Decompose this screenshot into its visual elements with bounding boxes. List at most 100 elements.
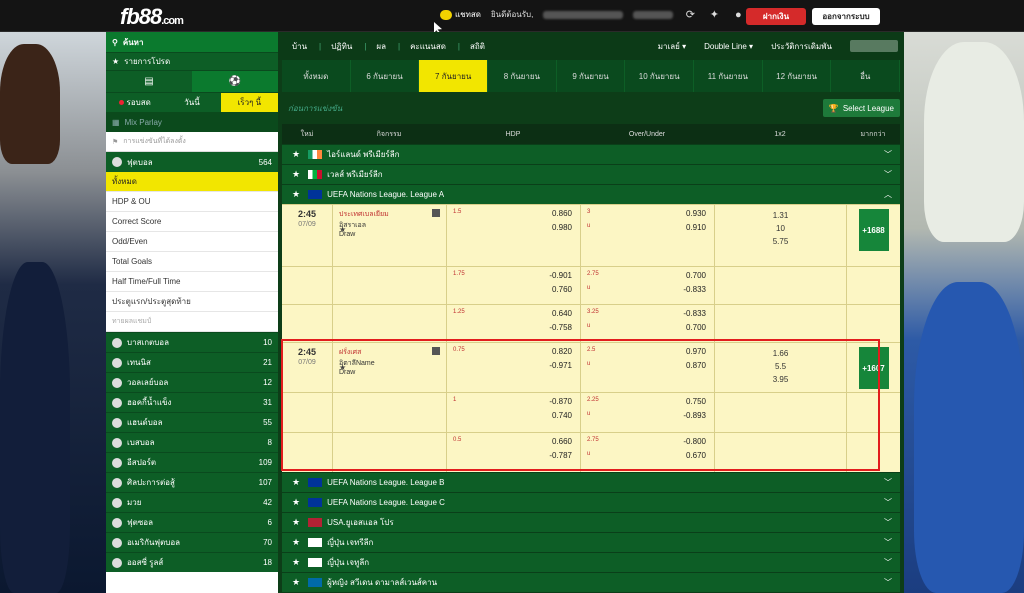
chevron-up-icon[interactable]: ︿: [884, 189, 892, 200]
1x2-cell[interactable]: [714, 433, 846, 472]
sidebar-search[interactable]: ⚲ ค้นหา: [106, 32, 278, 52]
more-bets-button[interactable]: +1607: [858, 347, 889, 389]
hdp-odds-home[interactable]: 0.820: [552, 347, 572, 356]
league-row[interactable]: ★ ไอร์แลนด์ พรีเมียร์ลีก ﹀: [282, 144, 900, 164]
sidebar-sport-item[interactable]: ฮอคกี้น้ำแข็ง 31: [106, 392, 278, 412]
1x2-cell[interactable]: 1.31 10 5.75: [714, 205, 846, 266]
date-tab[interactable]: 7 กันยายน: [419, 60, 489, 92]
hdp-cell[interactable]: 0.5 0.660 -0.787: [446, 433, 580, 472]
chevron-down-icon[interactable]: ﹀: [884, 537, 892, 548]
ou-odds-under[interactable]: 0.700: [686, 323, 706, 332]
league-row[interactable]: ★ เวลส์ พรีเมียร์ลีก ﹀: [282, 164, 900, 184]
sidebar-sub-item[interactable]: Correct Score: [106, 212, 278, 232]
star-icon[interactable]: ★: [292, 497, 300, 508]
logo[interactable]: fb88.com: [120, 4, 184, 30]
stats-icon[interactable]: [432, 209, 440, 217]
league-row[interactable]: ★ USA.ยูเอสแอล โปร ﹀: [282, 512, 900, 532]
sidebar-sub-item[interactable]: ประตูแรก/ประตูสุดท้าย: [106, 292, 278, 312]
league-row[interactable]: ★ ญี่ปุ่น เจทรีลีก ﹀: [282, 532, 900, 552]
date-tab[interactable]: อื่น: [831, 60, 901, 92]
ou-cell[interactable]: 3 u 0.930 0.910: [580, 205, 714, 266]
hdp-odds-away[interactable]: 0.760: [552, 285, 572, 294]
chevron-down-icon[interactable]: ﹀: [884, 497, 892, 508]
star-icon[interactable]: ★: [292, 189, 300, 200]
ou-odds-under[interactable]: 0.910: [686, 223, 706, 232]
user-icon[interactable]: ●: [731, 9, 745, 21]
sidebar-mix-parlay[interactable]: ▦ Mix Parlay: [106, 112, 278, 132]
star-icon[interactable]: ★: [292, 557, 300, 568]
1x2-odds[interactable]: 1.31: [715, 209, 846, 222]
star-icon[interactable]: ★: [339, 225, 346, 234]
league-row[interactable]: ★ UEFA Nations League. League A ︿: [282, 184, 900, 204]
date-tab[interactable]: 12 กันยายน: [763, 60, 832, 92]
nav-results[interactable]: ผล: [376, 40, 386, 53]
star-icon[interactable]: ★: [339, 363, 346, 372]
vip-icon[interactable]: ✦: [707, 9, 721, 21]
hdp-odds-home[interactable]: 0.860: [552, 209, 572, 218]
sidebar-sub-item[interactable]: Total Goals: [106, 252, 278, 272]
hdp-odds-away[interactable]: -0.758: [549, 323, 572, 332]
logout-button[interactable]: ออกจากระบบ: [812, 8, 880, 25]
date-tab[interactable]: ทั้งหมด: [282, 60, 351, 92]
hdp-cell[interactable]: 1.75 -0.901 0.760: [446, 267, 580, 304]
1x2-cell[interactable]: [714, 305, 846, 342]
sidebar-sport-item[interactable]: เบสบอล 8: [106, 432, 278, 452]
date-tab[interactable]: 8 กันยายน: [488, 60, 557, 92]
ball-view-icon[interactable]: ⚽: [192, 71, 278, 92]
sidebar-sub-item[interactable]: HDP & OU: [106, 192, 278, 212]
star-icon[interactable]: ★: [292, 149, 300, 160]
hdp-cell[interactable]: 0.75 0.820 -0.971: [446, 343, 580, 392]
tab-today[interactable]: วันนี้: [163, 93, 220, 112]
sidebar-competitions[interactable]: ⚑ การแข่งขันที่ได้ลงตั้ง: [106, 132, 278, 152]
hdp-cell[interactable]: 1.5 0.860 0.980: [446, 205, 580, 266]
chevron-down-icon[interactable]: ﹀: [884, 149, 892, 160]
ou-odds-under[interactable]: -0.893: [683, 411, 706, 420]
tab-upcoming[interactable]: เร็วๆ นี้: [220, 93, 278, 112]
hdp-odds-away[interactable]: -0.971: [549, 361, 572, 370]
sidebar-sport-item[interactable]: มวย 42: [106, 492, 278, 512]
star-icon[interactable]: ★: [292, 169, 300, 180]
star-icon[interactable]: ★: [292, 577, 300, 588]
1x2-odds[interactable]: 10: [715, 222, 846, 235]
date-tab[interactable]: 11 กันยายน: [694, 60, 763, 92]
refresh-icon[interactable]: ⟳: [683, 9, 697, 21]
hdp-cell[interactable]: 1 -0.870 0.740: [446, 393, 580, 432]
date-tab[interactable]: 6 กันยายน: [351, 60, 420, 92]
sidebar-favorites[interactable]: ★ รายการโปรด: [106, 52, 278, 70]
sidebar-sub-item[interactable]: ทั้งหมด: [106, 172, 278, 192]
1x2-odds[interactable]: 5.5: [715, 360, 846, 373]
nav-calendar[interactable]: ปฏิทิน: [331, 40, 352, 53]
hdp-cell[interactable]: 1.25 0.640 -0.758: [446, 305, 580, 342]
hdp-odds-away[interactable]: 0.740: [552, 411, 572, 420]
sidebar-sport-item[interactable]: ออสซี่ รูลส์ 18: [106, 552, 278, 572]
ou-odds-under[interactable]: -0.833: [683, 285, 706, 294]
star-icon[interactable]: ★: [292, 477, 300, 488]
ou-odds-over[interactable]: 0.700: [686, 271, 706, 280]
date-tab[interactable]: 10 กันยายน: [625, 60, 695, 92]
sidebar-sport-item[interactable]: ศิลปะการต่อสู้ 107: [106, 472, 278, 492]
chevron-down-icon[interactable]: ﹀: [884, 169, 892, 180]
league-row[interactable]: ★ ผู้หญิง สวีเดน ดามาลส์เวนส์คาน ﹀: [282, 572, 900, 592]
date-tab[interactable]: 9 กันยายน: [557, 60, 626, 92]
hdp-odds-home[interactable]: -0.870: [549, 397, 572, 406]
chevron-down-icon[interactable]: ﹀: [884, 477, 892, 488]
sidebar-sport-item[interactable]: เทนนิส 21: [106, 352, 278, 372]
sidebar-sub-item[interactable]: ทายผลแชมป์: [106, 312, 278, 332]
ou-odds-under[interactable]: 0.870: [686, 361, 706, 370]
list-view-icon[interactable]: ▤: [106, 71, 192, 92]
select-league-button[interactable]: 🏆 Select League: [822, 99, 900, 117]
ou-odds-under[interactable]: 0.670: [686, 451, 706, 460]
sidebar-sport-item[interactable]: วอลเลย์บอล 12: [106, 372, 278, 392]
chat-link[interactable]: แชทสด: [440, 8, 481, 21]
1x2-cell[interactable]: [714, 267, 846, 304]
sidebar-sport-item[interactable]: แฮนด์บอล 55: [106, 412, 278, 432]
1x2-cell[interactable]: [714, 393, 846, 432]
hdp-odds-home[interactable]: 0.640: [552, 309, 572, 318]
star-icon[interactable]: ★: [292, 537, 300, 548]
chevron-down-icon[interactable]: ﹀: [884, 557, 892, 568]
nav-live-score[interactable]: คะแนนสด: [410, 40, 446, 53]
league-row[interactable]: ★ UEFA Nations League. League B ﹀: [282, 472, 900, 492]
more-bets-button[interactable]: +1688: [858, 209, 889, 251]
chevron-down-icon[interactable]: ﹀: [884, 577, 892, 588]
nav-stats[interactable]: สถิติ: [470, 40, 485, 53]
